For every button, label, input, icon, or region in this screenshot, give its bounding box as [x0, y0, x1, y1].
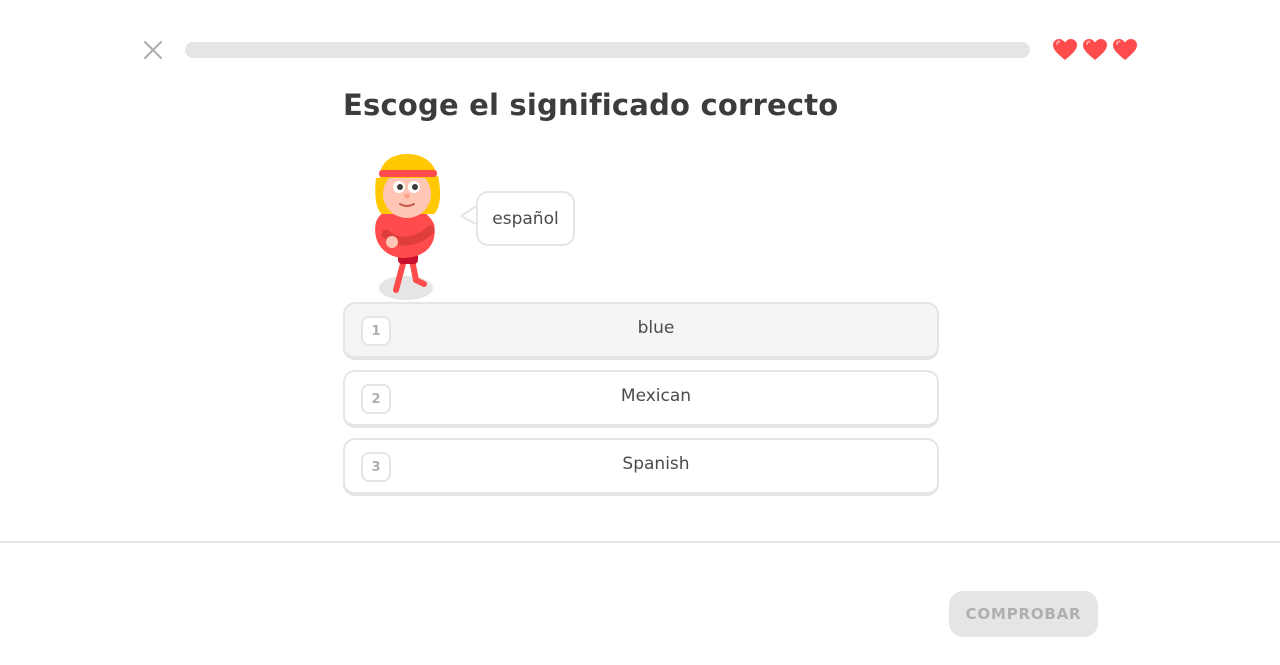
- progress-bar: [185, 42, 1030, 58]
- heart-icon: [1083, 39, 1107, 60]
- challenge-title: Escoge el significado correcto: [343, 88, 839, 122]
- heart-icon: [1113, 39, 1137, 60]
- close-button[interactable]: [141, 38, 165, 62]
- option-label: blue: [637, 318, 675, 338]
- prompt-word[interactable]: español: [492, 209, 558, 229]
- check-button[interactable]: COMPROBAR: [949, 591, 1098, 637]
- option-label: Spanish: [622, 454, 690, 474]
- hearts: [1052, 38, 1138, 62]
- heart-icon: [1053, 39, 1077, 60]
- option-label: Mexican: [620, 386, 692, 406]
- answer-option-2[interactable]: 2 Mexican: [343, 370, 939, 428]
- answer-option-3[interactable]: 3 Spanish: [343, 438, 939, 496]
- speech-bubble: español: [476, 191, 575, 246]
- answer-options: 1 blue 2 Mexican 3 Spanish: [343, 302, 939, 506]
- footer-divider: [0, 541, 1280, 543]
- lesson-page: Escoge el significado correcto español 1…: [0, 0, 1280, 665]
- character-illustration: [375, 154, 441, 300]
- close-icon: [143, 40, 163, 60]
- answer-option-1[interactable]: 1 blue: [343, 302, 939, 360]
